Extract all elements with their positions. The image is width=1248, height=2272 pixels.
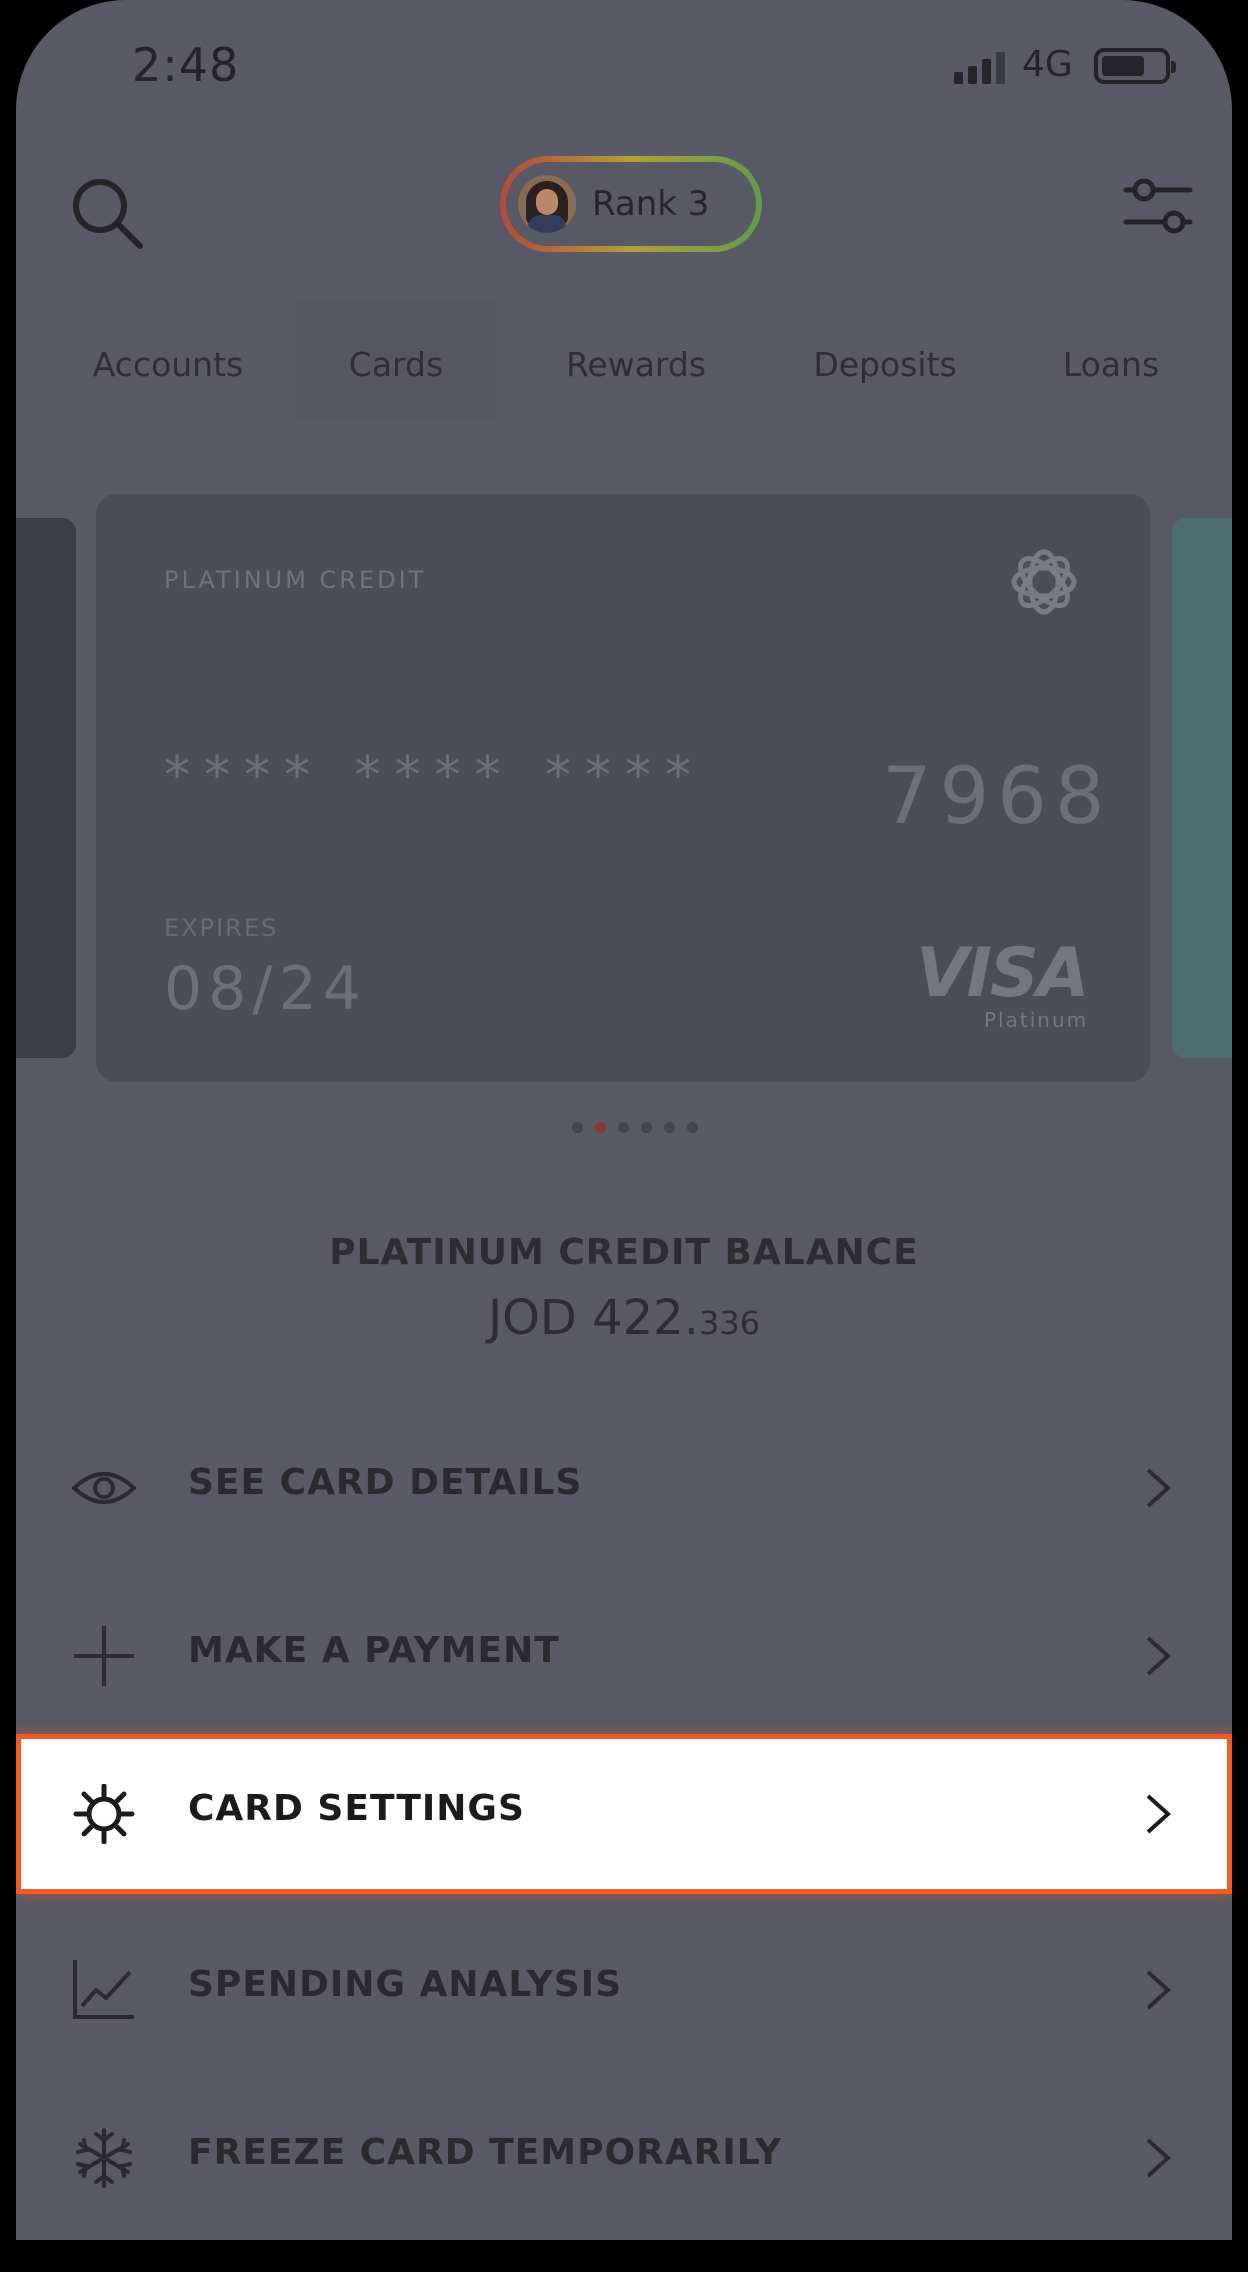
filter-icon[interactable]: [1122, 176, 1194, 236]
gear-icon: [73, 1784, 135, 1844]
card-settings-label: CARD SETTINGS: [188, 1788, 525, 1829]
balance-amount: JOD 422.336: [16, 1290, 1232, 1346]
chevron-right-icon: [1146, 1970, 1171, 2010]
expires-label: EXPIRES: [164, 914, 279, 942]
status-time: 2:48: [132, 38, 240, 92]
tab-accounts[interactable]: Accounts: [62, 300, 274, 420]
bank-logo-icon: [1011, 549, 1077, 615]
tab-deposits[interactable]: Deposits: [780, 300, 990, 420]
carousel-dot[interactable]: [664, 1122, 675, 1133]
tab-rewards[interactable]: Rewards: [536, 300, 736, 420]
spending-analysis-row[interactable]: SPENDING ANALYSIS: [16, 1910, 1232, 2070]
avatar: [518, 175, 576, 233]
previous-card[interactable]: [16, 518, 76, 1058]
visa-tier-label: Platinum: [984, 1008, 1089, 1032]
search-icon[interactable]: [64, 170, 152, 258]
rank-badge-button[interactable]: Rank 3: [500, 156, 762, 252]
rank-label: Rank 3: [592, 184, 710, 224]
make-payment-row[interactable]: MAKE A PAYMENT: [16, 1576, 1232, 1736]
carousel-dot-active[interactable]: [595, 1122, 606, 1133]
product-tabs: Accounts Cards Rewards Deposits Loans: [16, 300, 1232, 420]
carousel-dot[interactable]: [618, 1122, 629, 1133]
carousel-dot[interactable]: [687, 1122, 698, 1133]
battery-icon: [1094, 48, 1176, 84]
chevron-right-icon: [1146, 2138, 1171, 2178]
tab-loans[interactable]: Loans: [1026, 300, 1196, 420]
see-card-details-label: SEE CARD DETAILS: [188, 1462, 583, 1503]
see-card-details-row[interactable]: SEE CARD DETAILS: [16, 1408, 1232, 1568]
network-label: 4G: [1022, 44, 1073, 85]
tab-cards[interactable]: Cards: [296, 300, 496, 420]
balance-amount-decimal: 336: [698, 1304, 761, 1342]
card-last-four: 7968: [882, 752, 1113, 842]
plus-icon: [74, 1626, 134, 1686]
carousel-indicator: [572, 1122, 698, 1134]
balance-amount-main: JOD 422.: [487, 1290, 699, 1346]
make-payment-label: MAKE A PAYMENT: [188, 1630, 560, 1671]
chart-icon: [73, 1960, 134, 2019]
eye-icon: [72, 1472, 136, 1504]
balance-title: PLATINUM CREDIT BALANCE: [329, 1232, 919, 1273]
visa-logo: VISA: [916, 934, 1090, 1013]
credit-card[interactable]: PLATINUM CREDIT **** **** **** 7968 EXPI…: [96, 494, 1150, 1082]
snowflake-icon: [76, 2128, 132, 2188]
next-card[interactable]: [1172, 518, 1232, 1058]
chevron-right-icon: [1146, 1794, 1171, 1834]
expiry-date: 08/24: [164, 954, 367, 1024]
spending-analysis-label: SPENDING ANALYSIS: [188, 1964, 623, 2005]
freeze-card-row[interactable]: FREEZE CARD TEMPORARILY: [16, 2078, 1232, 2238]
phone-screen: 2:48 4G Rank 3 Accounts Cards Rewards De…: [16, 0, 1232, 2240]
chevron-right-icon: [1146, 1636, 1171, 1676]
carousel-dot[interactable]: [641, 1122, 652, 1133]
signal-icon: [954, 52, 1005, 84]
carousel-dot[interactable]: [572, 1122, 583, 1133]
freeze-card-label: FREEZE CARD TEMPORARILY: [188, 2132, 783, 2173]
card-number-masked: **** **** ****: [164, 746, 706, 806]
card-settings-row[interactable]: CARD SETTINGS: [16, 1734, 1232, 1894]
chevron-right-icon: [1146, 1468, 1171, 1508]
card-type-label: PLATINUM CREDIT: [164, 566, 427, 594]
